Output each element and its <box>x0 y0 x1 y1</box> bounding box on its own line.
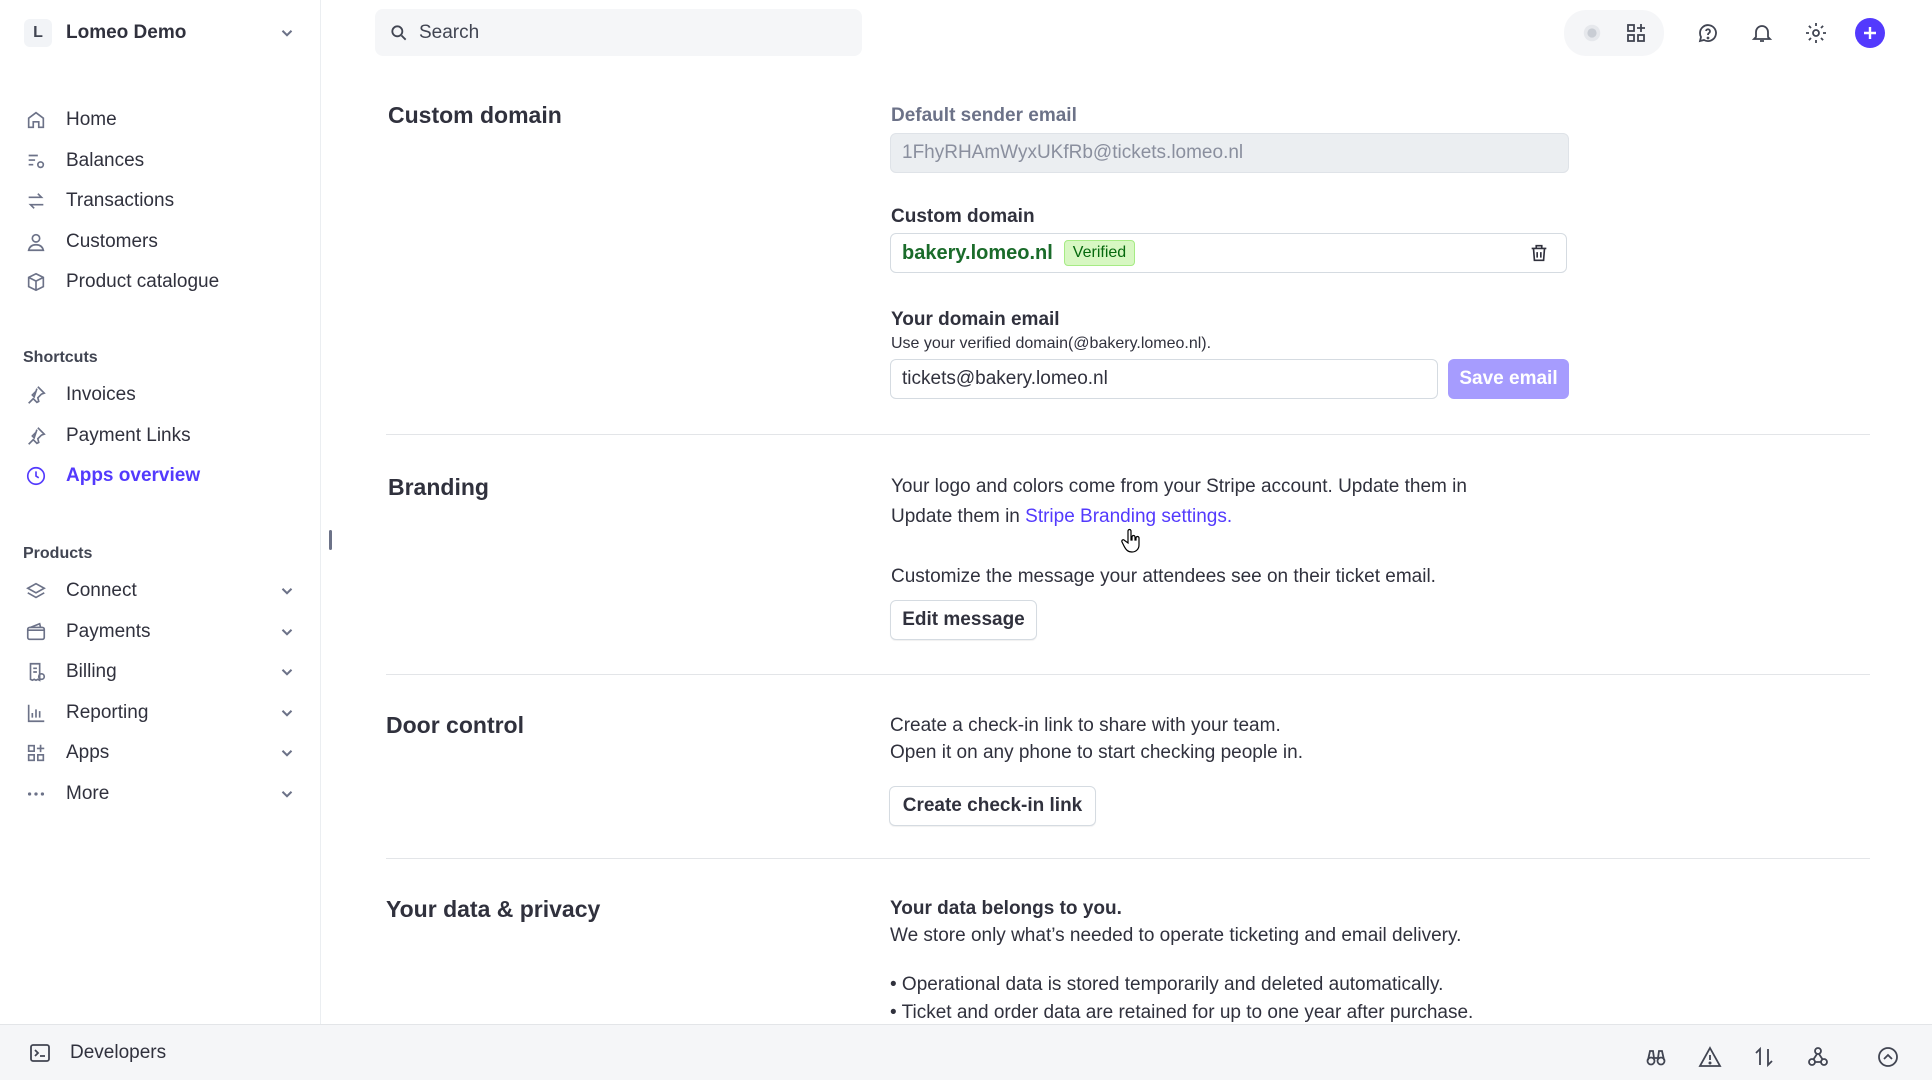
chart-icon <box>24 701 48 725</box>
divider <box>386 434 1870 435</box>
trash-icon[interactable] <box>1528 242 1550 264</box>
account-name: Lomeo Demo <box>66 22 187 43</box>
sidebar-item-payments[interactable]: Payments <box>24 612 296 653</box>
pointer-cursor-icon <box>1121 528 1140 553</box>
domain-email-hint: Use your verified domain(@bakery.lomeo.n… <box>891 335 1212 352</box>
gear-icon[interactable] <box>1794 11 1838 55</box>
box-icon <box>24 270 48 294</box>
custom-domain-title: Custom domain <box>388 102 562 128</box>
privacy-title: Your data & privacy <box>386 896 601 922</box>
app-logo-icon[interactable] <box>1570 11 1614 55</box>
shortcuts-title: Shortcuts <box>23 349 98 366</box>
divider <box>386 858 1870 859</box>
layers-icon <box>24 579 48 603</box>
domain-email-input[interactable]: tickets@bakery.lomeo.nl <box>890 359 1438 399</box>
domain-email-label: Your domain email <box>891 309 1060 330</box>
chevron-down-icon <box>281 30 293 37</box>
branding-description-line2: Update them in Stripe Branding settings. <box>891 506 1233 527</box>
sidebar-item-apps-overview[interactable]: Apps overview <box>24 456 296 497</box>
account-avatar: L <box>24 19 52 47</box>
custom-domain-field: bakery.lomeo.nl Verified <box>890 233 1567 273</box>
default-sender-label: Default sender email <box>891 105 1077 126</box>
products-title: Products <box>23 545 93 562</box>
billing-icon <box>24 660 48 684</box>
privacy-bullet2: • Ticket and order data are retained for… <box>890 1002 1474 1023</box>
wallet-icon <box>24 620 48 644</box>
top-actions <box>1564 10 1892 56</box>
terminal-icon <box>30 1043 50 1062</box>
sidebar-item-home[interactable]: Home <box>24 100 296 141</box>
branding-customize-text: Customize the message your attendees see… <box>891 566 1436 587</box>
privacy-heading: Your data belongs to you. <box>890 898 1122 919</box>
sidebar: L Lomeo Demo Home Balances Transactions … <box>0 0 321 1024</box>
sidebar-item-product-catalogue[interactable]: Product catalogue <box>24 262 296 303</box>
binoculars-icon[interactable] <box>1634 1035 1678 1079</box>
domain-value: bakery.lomeo.nl <box>902 241 1053 264</box>
webhooks-icon[interactable] <box>1796 1035 1840 1079</box>
chevron-up-circle-icon[interactable] <box>1866 1035 1910 1079</box>
edit-message-button[interactable]: Edit message <box>890 600 1037 640</box>
pin-icon <box>24 383 48 407</box>
chevron-down-icon <box>281 628 293 636</box>
main-nav: Home Balances Transactions Customers Pro… <box>24 100 296 303</box>
sidebar-item-more[interactable]: More <box>24 774 296 815</box>
custom-domain-label: Custom domain <box>891 206 1035 227</box>
sidebar-resize-handle[interactable] <box>329 530 332 550</box>
footer-bar: Developers <box>0 1024 1932 1080</box>
plus-icon <box>1855 18 1885 48</box>
sidebar-item-connect[interactable]: Connect <box>24 571 296 612</box>
divider <box>386 674 1870 675</box>
developers-button[interactable]: Developers <box>28 1041 166 1065</box>
apps-icon <box>24 741 48 765</box>
chevron-down-icon <box>281 709 293 717</box>
clock-icon <box>24 464 48 488</box>
chevron-down-icon <box>281 750 293 757</box>
sidebar-item-balances[interactable]: Balances <box>24 141 296 182</box>
footer-actions <box>1624 1035 1910 1079</box>
more-icon <box>24 782 48 806</box>
chevron-down-icon <box>281 790 293 798</box>
account-switcher[interactable]: L Lomeo Demo <box>24 16 296 50</box>
pin-icon <box>24 424 48 448</box>
default-sender-field: 1FhyRHAmWyxUKfRb@tickets.lomeo.nl <box>890 133 1569 173</box>
sidebar-item-transactions[interactable]: Transactions <box>24 181 296 222</box>
door-control-line2: Open it on any phone to start checking p… <box>890 742 1303 763</box>
app-group <box>1564 10 1664 56</box>
sidebar-item-customers[interactable]: Customers <box>24 222 296 263</box>
sidebar-item-invoices[interactable]: Invoices <box>24 375 296 416</box>
branding-description-line1: Your logo and colors come from your Stri… <box>891 476 1467 497</box>
apps-grid-icon[interactable] <box>1614 11 1658 55</box>
home-icon <box>24 108 48 132</box>
search-bar[interactable] <box>375 9 862 56</box>
transactions-icon <box>24 189 48 213</box>
chevron-down-icon <box>281 588 293 595</box>
privacy-bullet1: • Operational data is stored temporarily… <box>890 974 1444 995</box>
sidebar-item-apps[interactable]: Apps <box>24 733 296 774</box>
privacy-line1: We store only what’s needed to operate t… <box>890 925 1462 946</box>
create-button[interactable] <box>1848 11 1892 55</box>
warning-icon[interactable] <box>1688 1035 1732 1079</box>
balances-icon <box>24 149 48 173</box>
bell-icon[interactable] <box>1740 11 1784 55</box>
products-nav: Connect Payments Billing Reporting Apps … <box>24 571 296 814</box>
search-icon <box>391 24 407 40</box>
save-email-button[interactable]: Save email <box>1448 359 1569 399</box>
create-check-in-link-button[interactable]: Create check-in link <box>889 786 1096 826</box>
chevron-down-icon <box>281 669 293 676</box>
stripe-branding-link[interactable]: Stripe Branding settings. <box>1025 506 1232 527</box>
status-badge: Verified <box>1063 240 1136 266</box>
customers-icon <box>24 230 48 254</box>
sidebar-item-reporting[interactable]: Reporting <box>24 693 296 734</box>
sidebar-item-payment-links[interactable]: Payment Links <box>24 416 296 457</box>
door-control-line1: Create a check-in link to share with you… <box>890 715 1281 736</box>
search-input[interactable] <box>419 21 839 44</box>
door-control-title: Door control <box>386 712 524 738</box>
shortcuts-nav: Invoices Payment Links Apps overview <box>24 375 296 497</box>
help-icon[interactable] <box>1686 11 1730 55</box>
sort-arrows-icon[interactable] <box>1742 1035 1786 1079</box>
sidebar-item-billing[interactable]: Billing <box>24 652 296 693</box>
branding-title: Branding <box>388 474 489 500</box>
